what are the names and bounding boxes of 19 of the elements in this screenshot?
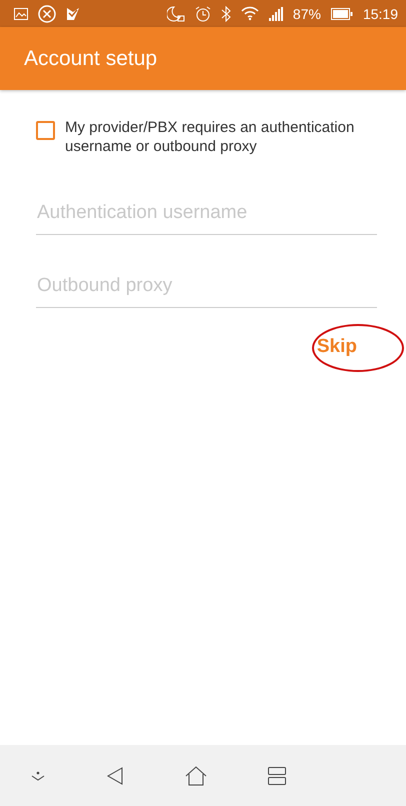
- moon-icon: [166, 6, 185, 22]
- signal-icon: [268, 6, 283, 20]
- wifi-icon: [240, 6, 259, 22]
- alarm-icon: [194, 6, 211, 22]
- battery-percentage: 87%: [292, 6, 321, 22]
- checkbox[interactable]: [36, 121, 55, 140]
- checkbox-label: My provider/PBX requires an authentication username or outbound proxy: [65, 118, 356, 156]
- battery-icon: [330, 8, 353, 20]
- clock-time: 15:19: [362, 6, 398, 22]
- chevron-down-icon[interactable]: [30, 770, 44, 780]
- recent-apps-icon[interactable]: [268, 766, 286, 784]
- screen-title: Account setup: [24, 46, 158, 70]
- home-icon[interactable]: [184, 766, 206, 786]
- back-icon[interactable]: [106, 766, 124, 784]
- image-icon: [14, 8, 28, 20]
- bluetooth-icon: [220, 6, 231, 22]
- skip-button[interactable]: Skip: [308, 330, 365, 364]
- close-circle-icon: [38, 4, 56, 22]
- check-flag-icon: [66, 6, 80, 20]
